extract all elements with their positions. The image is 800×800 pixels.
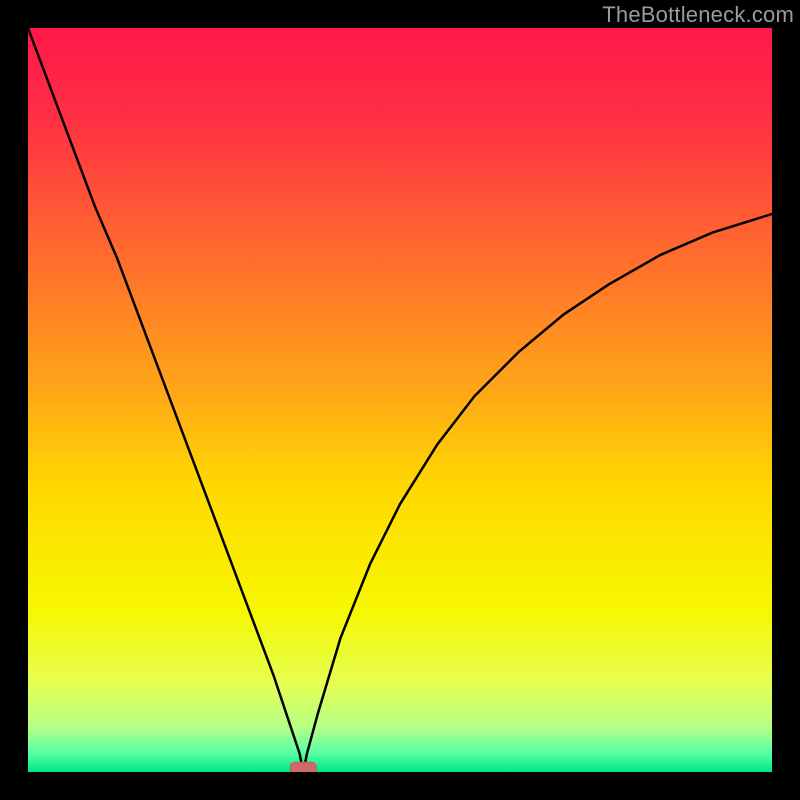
plot-svg: [28, 28, 772, 772]
minimum-marker: [290, 762, 316, 772]
chart-root: TheBottleneck.com: [0, 0, 800, 800]
gradient-background: [28, 28, 772, 772]
watermark-text: TheBottleneck.com: [602, 2, 794, 28]
plot-area: [28, 28, 772, 772]
